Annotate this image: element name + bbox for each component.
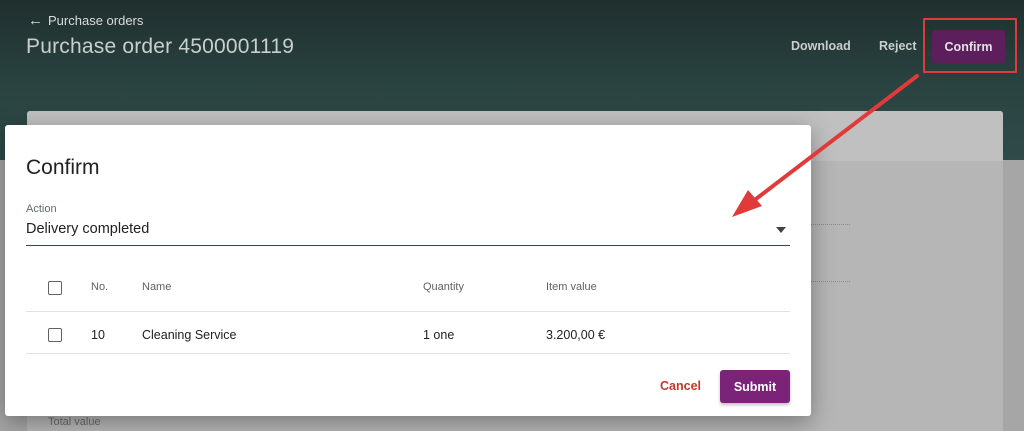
column-header-name: Name xyxy=(142,281,172,293)
action-select-value: Delivery completed xyxy=(26,221,150,237)
action-field-label: Action xyxy=(26,203,57,215)
cell-item-value: 3.200,00 € xyxy=(546,328,606,342)
cancel-button[interactable]: Cancel xyxy=(660,379,701,393)
submit-button[interactable]: Submit xyxy=(720,370,790,403)
back-link-label: Purchase orders xyxy=(48,13,144,28)
select-all-checkbox[interactable] xyxy=(48,281,62,295)
cell-no: 10 xyxy=(91,328,105,342)
action-select[interactable]: Delivery completed xyxy=(26,219,790,246)
download-button[interactable]: Download xyxy=(791,39,851,53)
reject-button[interactable]: Reject xyxy=(879,39,917,53)
column-header-item-value: Item value xyxy=(546,281,597,293)
table-row: 10 Cleaning Service 1 one 3.200,00 € xyxy=(26,312,790,354)
dialog-title: Confirm xyxy=(26,156,100,179)
back-link[interactable]: ← Purchase orders xyxy=(28,13,143,28)
background-divider xyxy=(810,281,850,282)
arrow-left-icon: ← xyxy=(28,12,43,29)
column-header-quantity: Quantity xyxy=(423,281,464,293)
row-checkbox[interactable] xyxy=(48,328,62,342)
cell-quantity: 1 one xyxy=(423,328,455,342)
background-divider xyxy=(810,224,850,225)
caret-down-icon xyxy=(776,227,786,233)
table-header-row: No. Name Quantity Item value xyxy=(26,267,790,312)
confirm-dialog: Confirm Action Delivery completed No. Na… xyxy=(5,125,811,416)
page-title: Purchase order 4500001119 xyxy=(26,35,295,58)
column-header-no: No. xyxy=(91,281,109,293)
items-table: No. Name Quantity Item value 10 Cleaning… xyxy=(26,267,790,354)
annotation-highlight-box xyxy=(923,18,1017,73)
total-value-label: Total value xyxy=(48,416,101,428)
cell-name: Cleaning Service xyxy=(142,328,237,342)
